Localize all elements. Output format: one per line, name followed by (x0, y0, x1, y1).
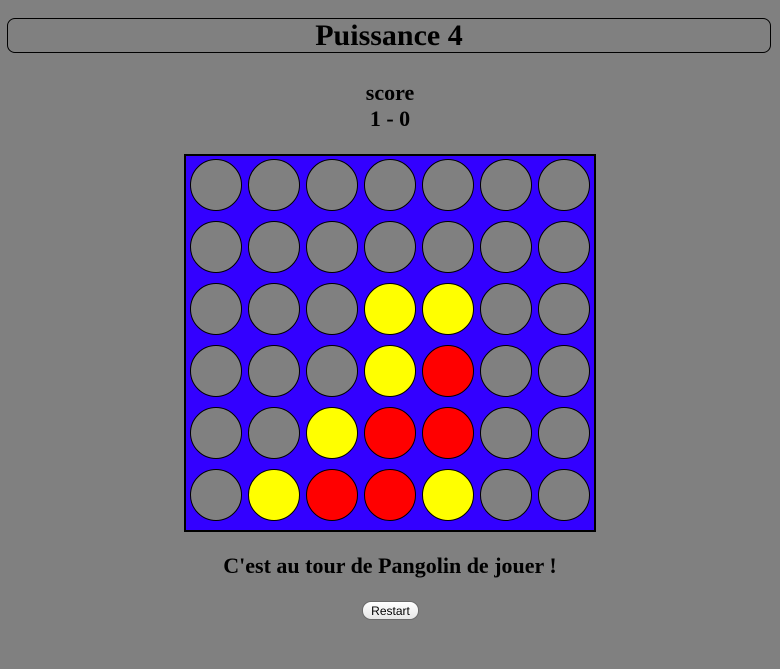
empty-slot[interactable] (422, 221, 474, 273)
restart-button[interactable]: Restart (362, 601, 419, 620)
empty-slot[interactable] (480, 407, 532, 459)
red-disc[interactable] (306, 469, 358, 521)
score-panel: score 1 - 0 (0, 80, 780, 132)
empty-slot[interactable] (480, 283, 532, 335)
empty-slot[interactable] (248, 159, 300, 211)
yellow-disc[interactable] (306, 407, 358, 459)
empty-slot[interactable] (480, 221, 532, 273)
empty-slot[interactable] (248, 407, 300, 459)
empty-slot[interactable] (248, 283, 300, 335)
empty-slot[interactable] (538, 221, 590, 273)
empty-slot[interactable] (190, 407, 242, 459)
empty-slot[interactable] (306, 159, 358, 211)
empty-slot[interactable] (248, 345, 300, 397)
empty-slot[interactable] (306, 345, 358, 397)
empty-slot[interactable] (538, 469, 590, 521)
turn-status: C'est au tour de Pangolin de jouer ! (223, 553, 557, 578)
empty-slot[interactable] (480, 159, 532, 211)
yellow-disc[interactable] (364, 345, 416, 397)
empty-slot[interactable] (190, 469, 242, 521)
score-label: score (365, 80, 415, 105)
empty-slot[interactable] (306, 283, 358, 335)
red-disc[interactable] (364, 469, 416, 521)
empty-slot[interactable] (538, 407, 590, 459)
yellow-disc[interactable] (422, 469, 474, 521)
empty-slot[interactable] (364, 159, 416, 211)
empty-slot[interactable] (190, 345, 242, 397)
yellow-disc[interactable] (364, 283, 416, 335)
empty-slot[interactable] (190, 283, 242, 335)
empty-slot[interactable] (538, 159, 590, 211)
score-value: 1 - 0 (369, 106, 411, 131)
empty-slot[interactable] (538, 345, 590, 397)
empty-slot[interactable] (480, 469, 532, 521)
yellow-disc[interactable] (248, 469, 300, 521)
empty-slot[interactable] (248, 221, 300, 273)
page-title: Puissance 4 (315, 19, 463, 52)
game-board[interactable] (184, 154, 596, 532)
empty-slot[interactable] (306, 221, 358, 273)
yellow-disc[interactable] (422, 283, 474, 335)
red-disc[interactable] (422, 407, 474, 459)
red-disc[interactable] (422, 345, 474, 397)
red-disc[interactable] (364, 407, 416, 459)
empty-slot[interactable] (538, 283, 590, 335)
empty-slot[interactable] (190, 221, 242, 273)
empty-slot[interactable] (364, 221, 416, 273)
empty-slot[interactable] (422, 159, 474, 211)
empty-slot[interactable] (190, 159, 242, 211)
empty-slot[interactable] (480, 345, 532, 397)
title-bar: Puissance 4 (7, 18, 771, 53)
